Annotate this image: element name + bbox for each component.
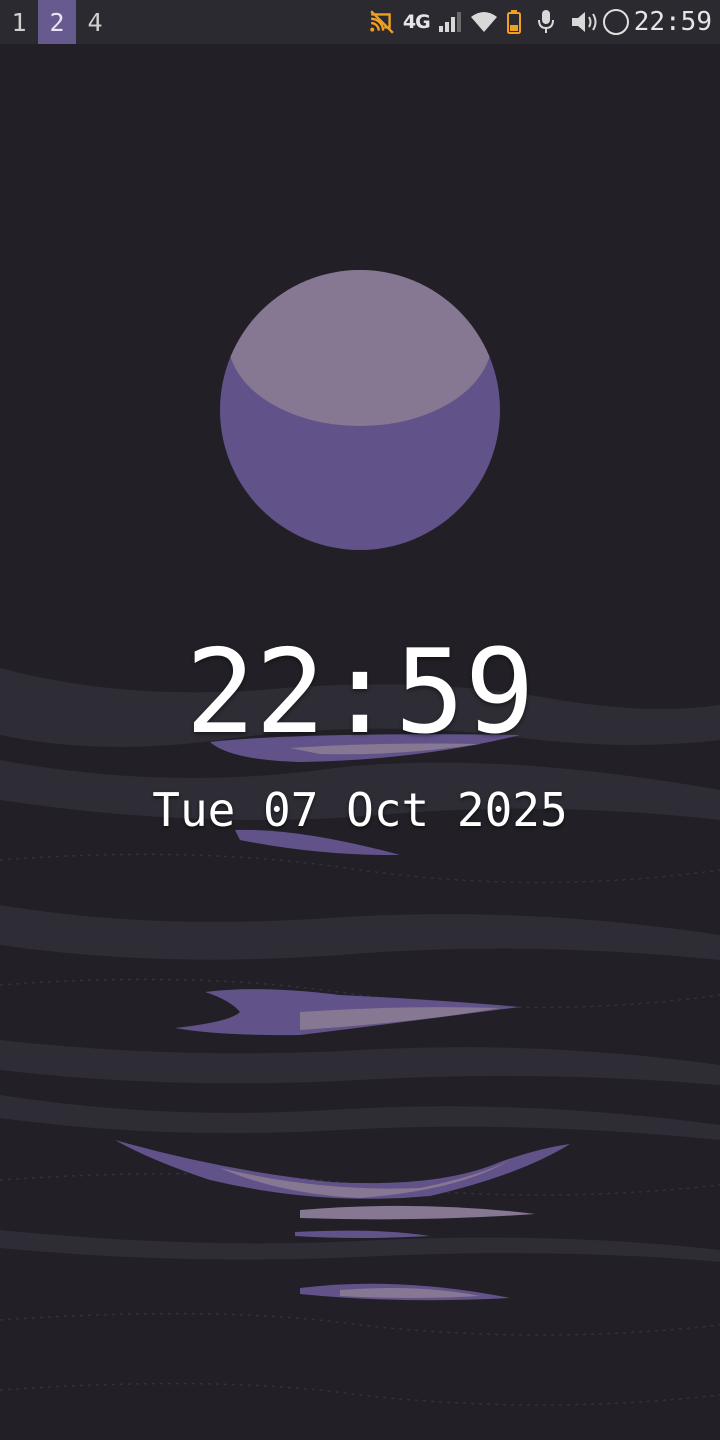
lockscreen-clock: 22:59: [185, 625, 535, 760]
workspace-4-button[interactable]: 4: [76, 0, 114, 44]
lockscreen-date: Tue 07 Oct 2025: [152, 783, 568, 837]
volume-icon: [570, 0, 600, 44]
network-type-label: 4G: [402, 11, 431, 33]
cast-off-icon: [369, 0, 395, 44]
battery-icon: [506, 0, 522, 44]
workspace-2-button[interactable]: 2: [38, 0, 76, 44]
workspace-switcher: 1 2 4: [0, 0, 114, 44]
lock-screen: 1 2 4 4G 22:59 22:59 Tue 07 Oct 2025: [0, 0, 720, 1440]
circle-icon: [602, 0, 630, 44]
wifi-icon: [470, 0, 498, 44]
workspace-1-button[interactable]: 1: [0, 0, 38, 44]
signal-icon: [438, 0, 462, 44]
status-bar-clock: 22:59: [633, 7, 712, 37]
microphone-icon: [536, 0, 556, 44]
status-icons: 4G 22:59: [361, 0, 712, 44]
status-bar: 1 2 4 4G 22:59: [0, 0, 720, 44]
